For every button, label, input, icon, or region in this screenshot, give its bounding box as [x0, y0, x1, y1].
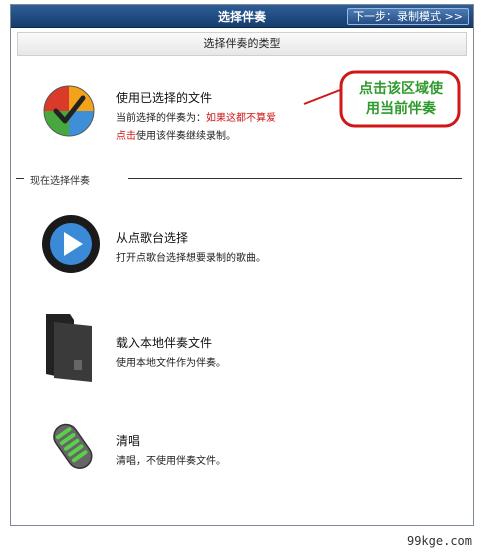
option-use-selected-file[interactable]: 使用已选择的文件 当前选择的伴奏为：如果这都不算爱 点击使用该伴奏继续录制。: [30, 84, 330, 144]
option-desc-suffix: 使用该伴奏继续录制。: [136, 131, 236, 142]
checkmark-badge-icon: [42, 84, 96, 138]
site-watermark: 99kge.com: [406, 534, 472, 548]
option-load-local-file[interactable]: 载入本地伴奏文件 使用本地文件作为伴奏。: [30, 312, 330, 382]
microphone-icon: [44, 418, 104, 480]
section-label: 现在选择伴奏: [30, 176, 90, 187]
hint-callout: 点击该区域使 用当前伴奏: [339, 70, 463, 130]
option-desc-line1: 当前选择的伴奏为：如果这都不算爱: [116, 109, 276, 124]
option-a-cappella[interactable]: 清唱 清唱，不使用伴奏文件。: [30, 418, 330, 480]
callout-text: 点击该区域使 用当前伴奏: [339, 79, 463, 119]
click-link[interactable]: 点击: [116, 131, 136, 142]
option-song-station[interactable]: 从点歌台选择 打开点歌台选择想要录制的歌曲。: [30, 213, 330, 277]
callout-line2: 用当前伴奏: [366, 101, 436, 117]
current-selection-song: 如果这都不算爱: [206, 113, 276, 124]
section-divider: 现在选择伴奏: [16, 172, 462, 187]
callout-pointer: [303, 89, 341, 105]
play-button-icon: [40, 213, 102, 275]
option-title: 使用已选择的文件: [116, 91, 213, 105]
title-bar: 选择伴奏 下一步：录制模式 >>: [11, 5, 473, 28]
option-desc: 打开点歌台选择想要录制的歌曲。: [116, 253, 266, 264]
option-title: 清唱: [116, 434, 141, 448]
option-title: 载入本地伴奏文件: [116, 336, 213, 350]
section-subheader: 选择伴奏的类型: [17, 32, 467, 56]
option-desc: 清唱，不使用伴奏文件。: [116, 456, 226, 467]
folder-icon: [44, 312, 96, 382]
current-selection-label: 当前选择的伴奏为：: [116, 113, 206, 124]
option-desc: 使用本地文件作为伴奏。: [116, 358, 226, 369]
divider-line-right: [128, 178, 462, 179]
callout-line1: 点击该区域使: [359, 81, 443, 97]
next-step-button[interactable]: 下一步：录制模式 >>: [347, 8, 469, 25]
option-desc-line2: 点击使用该伴奏继续录制。: [116, 127, 236, 142]
option-title: 从点歌台选择: [116, 231, 189, 245]
divider-line-left: [16, 178, 24, 179]
